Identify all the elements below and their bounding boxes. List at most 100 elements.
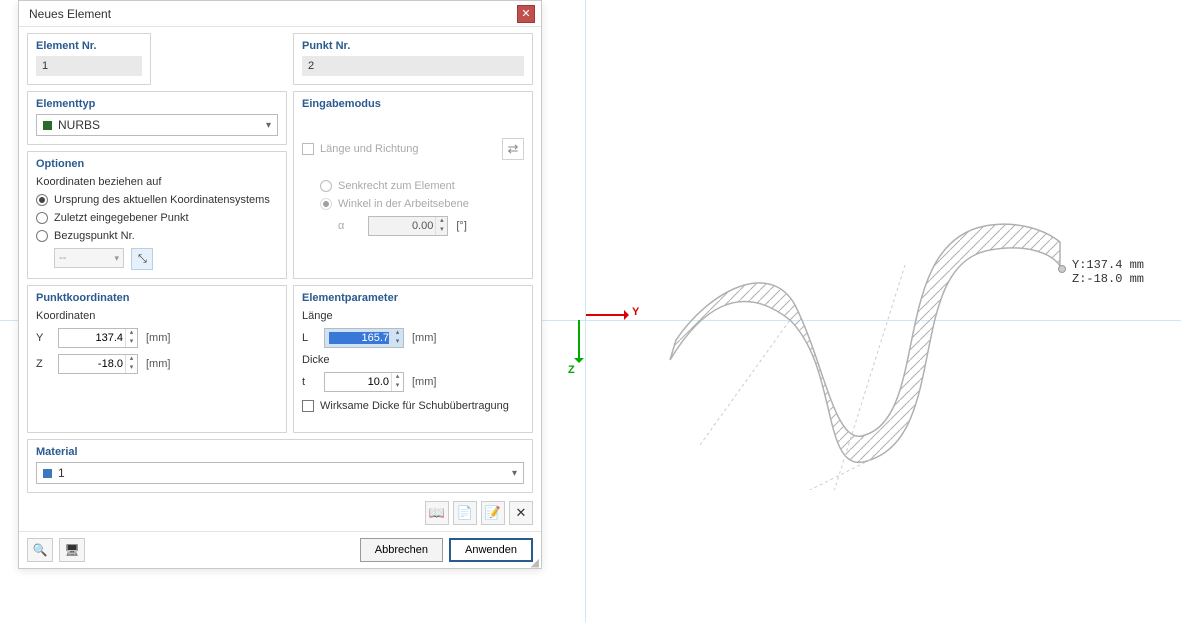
y-axis-arrow-icon — [586, 314, 626, 316]
z-axis-label: Z — [568, 364, 575, 376]
spin-down-icon[interactable]: ▾ — [126, 338, 137, 347]
elementparameter-group: Elementparameter Länge L ▴▾ [mm] Dicke t… — [293, 285, 533, 433]
element-nr-legend: Element Nr. — [36, 40, 142, 52]
last-point-radio[interactable] — [36, 212, 48, 224]
optionen-legend: Optionen — [36, 158, 278, 170]
new-element-dialog: Neues Element ✕ Element Nr. 1 Punkt Nr. … — [18, 0, 542, 569]
length-input[interactable]: ▴▾ — [324, 328, 404, 348]
elementtyp-selected: NURBS — [58, 118, 100, 132]
spin-down-icon[interactable]: ▾ — [392, 338, 403, 347]
l-unit: [mm] — [412, 332, 436, 344]
thickness-input[interactable]: ▴▾ — [324, 372, 404, 392]
y-unit: [mm] — [146, 332, 170, 344]
spin-up-icon[interactable]: ▴ — [126, 355, 137, 364]
effective-thickness-checkbox[interactable] — [302, 400, 314, 412]
alpha-input: ▴▾ — [368, 216, 448, 236]
material-legend: Material — [36, 446, 524, 458]
material-color-swatch-icon — [43, 469, 52, 478]
elementtyp-color-swatch-icon — [43, 121, 52, 130]
material-dropdown[interactable]: 1 ▾ — [36, 462, 524, 484]
elementtyp-group: Elementtyp NURBS ▾ — [27, 91, 287, 145]
edit-material-button[interactable]: 📝 — [481, 501, 505, 525]
perpendicular-label: Senkrecht zum Element — [338, 180, 455, 192]
resize-gripper-icon[interactable]: ◢ — [531, 560, 539, 566]
new-material-button[interactable]: 📄 — [453, 501, 477, 525]
coordinate-readout: Y:137.4 mm Z:-18.0 mm — [1072, 258, 1144, 287]
close-icon: ✕ — [521, 7, 530, 20]
apply-button[interactable]: Anwenden — [449, 538, 533, 562]
delete-icon: ✕ — [516, 505, 527, 521]
length-label: Länge — [302, 310, 524, 322]
last-point-radio-label: Zuletzt eingegebener Punkt — [54, 212, 189, 224]
eingabemodus-group: Eingabemodus Länge und Richtung ⇄ Senkre… — [293, 91, 533, 279]
cancel-button[interactable]: Abbrechen — [360, 538, 443, 562]
chevron-down-icon: ▾ — [266, 120, 271, 131]
delete-material-button[interactable]: ✕ — [509, 501, 533, 525]
optionen-group: Optionen Koordinaten beziehen auf Urspru… — [27, 151, 287, 279]
coords-relate-label: Koordinaten beziehen auf — [36, 176, 278, 188]
coords-label: Koordinaten — [36, 310, 278, 322]
l-label: L — [302, 332, 316, 344]
chevron-down-icon: ▾ — [114, 253, 119, 264]
alpha-label: α — [338, 220, 344, 232]
spin-up-icon[interactable]: ▴ — [126, 329, 137, 338]
endpoint-marker-icon[interactable] — [1058, 265, 1066, 273]
eingabemodus-legend: Eingabemodus — [302, 98, 524, 110]
spin-down-icon[interactable]: ▾ — [392, 382, 403, 391]
origin-radio[interactable] — [36, 194, 48, 206]
z-label: Z — [36, 358, 50, 370]
z-unit: [mm] — [146, 358, 170, 370]
y-label: Y — [36, 332, 50, 344]
ref-point-combo: -- ▾ — [54, 248, 124, 268]
material-selected: 1 — [58, 466, 65, 480]
angle-plane-radio — [320, 198, 332, 210]
element-nr-value: 1 — [36, 56, 142, 76]
element-nr-group: Element Nr. 1 — [27, 33, 151, 85]
ref-point-radio[interactable] — [36, 230, 48, 242]
pick-point-button[interactable]: ⤡ — [131, 248, 153, 270]
length-direction-checkbox — [302, 143, 314, 155]
new-file-icon: 📄 — [457, 505, 473, 521]
length-direction-label: Länge und Richtung — [320, 143, 418, 155]
ref-point-radio-label: Bezugspunkt Nr. — [54, 230, 135, 242]
library-button[interactable]: 📖 — [425, 501, 449, 525]
pick-point-icon: ⤡ — [138, 253, 147, 266]
perpendicular-radio — [320, 180, 332, 192]
spin-down-icon[interactable]: ▾ — [126, 364, 137, 373]
origin-radio-label: Ursprung des aktuellen Koordinatensystem… — [54, 194, 270, 206]
axis-vertical — [585, 0, 586, 622]
ref-point-value: -- — [59, 252, 66, 264]
close-button[interactable]: ✕ — [517, 5, 535, 23]
punkt-nr-legend: Punkt Nr. — [302, 40, 524, 52]
punkt-nr-group: Punkt Nr. 2 — [293, 33, 533, 85]
thickness-label: Dicke — [302, 354, 524, 366]
book-icon: 📖 — [429, 505, 445, 521]
elementtyp-dropdown[interactable]: NURBS ▾ — [36, 114, 278, 136]
elementparam-legend: Elementparameter — [302, 292, 524, 304]
punktkoord-legend: Punktkoordinaten — [36, 292, 278, 304]
spin-up-icon[interactable]: ▴ — [392, 329, 403, 338]
y-input[interactable]: ▴▾ — [58, 328, 138, 348]
direction-mode-icon[interactable]: ⇄ — [502, 138, 524, 160]
spin-up-icon[interactable]: ▴ — [392, 373, 403, 382]
edit-file-icon: 📝 — [485, 505, 501, 521]
angle-plane-label: Winkel in der Arbeitsebene — [338, 198, 469, 210]
help-button[interactable]: 🔍 — [27, 538, 53, 562]
dialog-titlebar[interactable]: Neues Element ✕ — [19, 1, 541, 27]
view-button[interactable]: 🖥 — [59, 538, 85, 562]
y-axis-label: Y — [632, 306, 639, 318]
alpha-unit: [°] — [456, 220, 467, 232]
chevron-down-icon: ▾ — [512, 468, 517, 479]
material-group: Material 1 ▾ — [27, 439, 533, 493]
punkt-nr-value: 2 — [302, 56, 524, 76]
nurbs-element-shape[interactable] — [640, 190, 1080, 490]
t-unit: [mm] — [412, 376, 436, 388]
z-input[interactable]: ▴▾ — [58, 354, 138, 374]
elementtyp-legend: Elementtyp — [36, 98, 278, 110]
z-axis-arrow-icon — [578, 320, 580, 360]
t-label: t — [302, 376, 316, 388]
punktkoordinaten-group: Punktkoordinaten Koordinaten Y ▴▾ [mm] Z… — [27, 285, 287, 433]
effective-thickness-label: Wirksame Dicke für Schubübertragung — [320, 400, 509, 412]
help-icon: 🔍 — [33, 543, 48, 557]
dialog-title: Neues Element — [29, 7, 111, 21]
